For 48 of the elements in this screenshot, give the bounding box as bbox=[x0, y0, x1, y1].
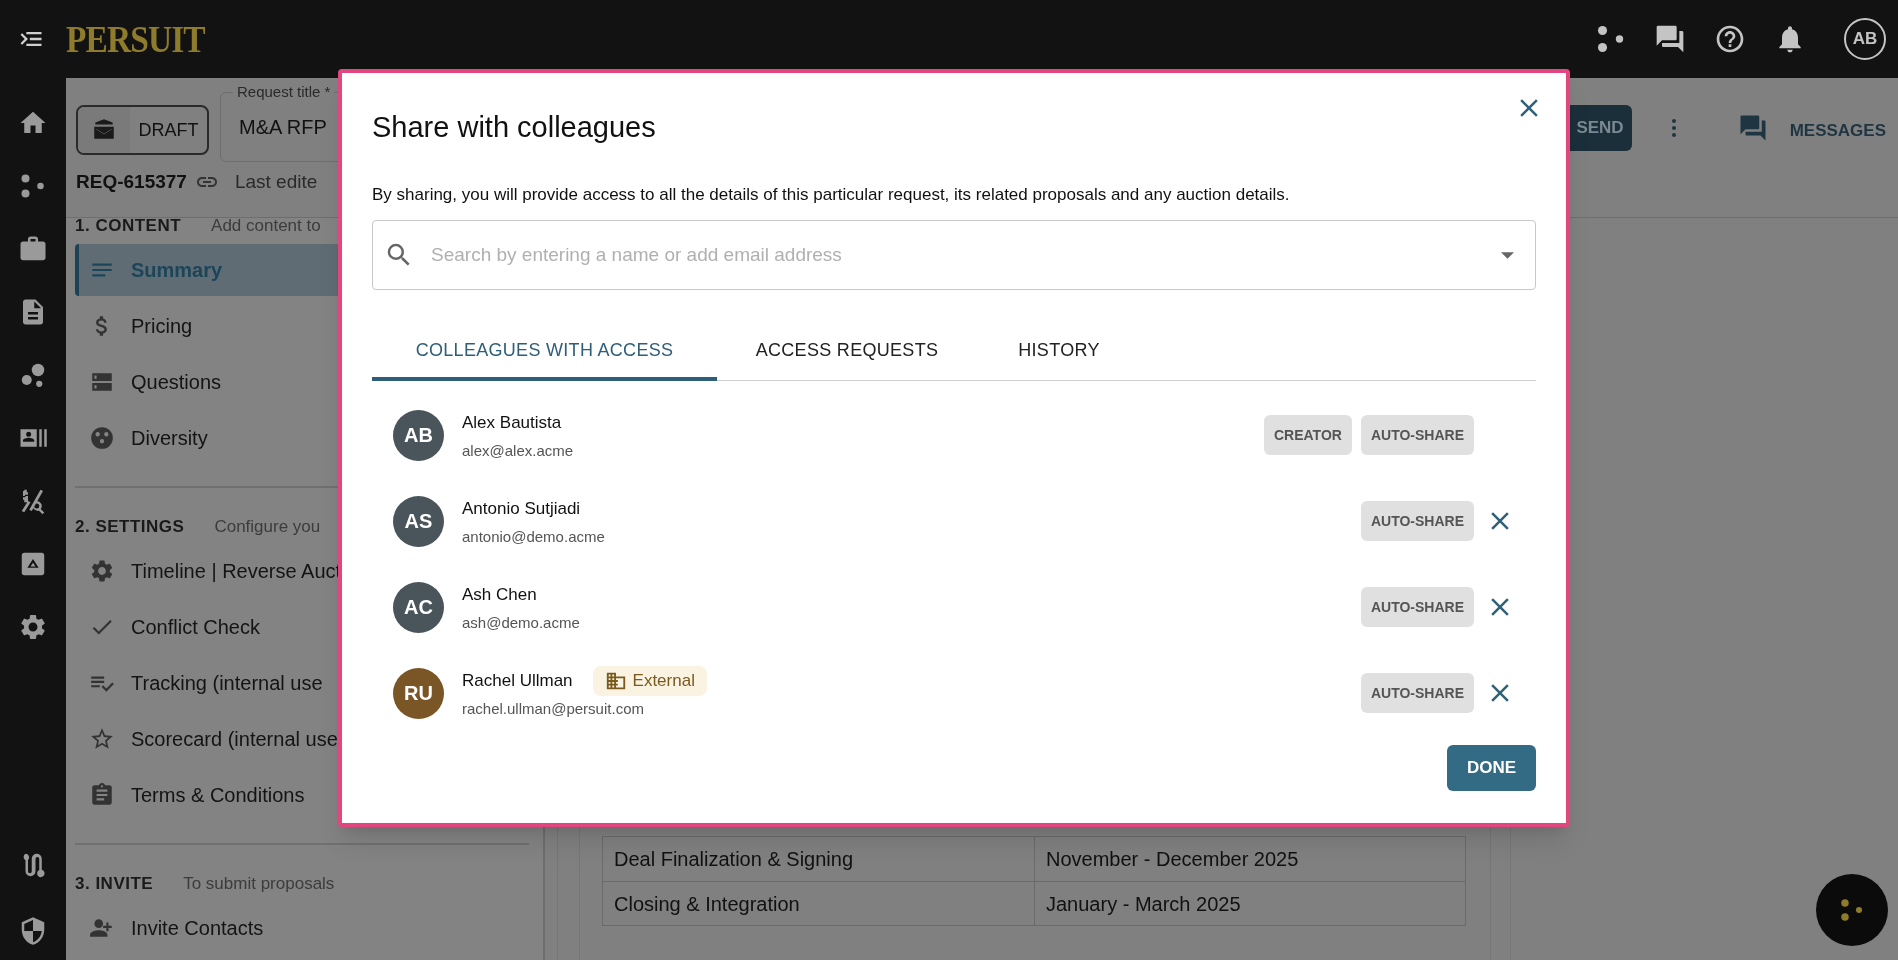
role-chip: CREATOR bbox=[1264, 415, 1352, 455]
table-cell-text: November - December 2025 bbox=[1045, 847, 1300, 872]
table-cell: Closing & Integration bbox=[603, 882, 1035, 925]
request-id: REQ-615377 bbox=[76, 169, 187, 194]
section-heading: 2. SETTINGS bbox=[75, 516, 185, 539]
dialog-tab[interactable]: COLLEAGUES WITH ACCESS bbox=[372, 323, 717, 381]
dialog-tab[interactable]: HISTORY bbox=[977, 323, 1141, 381]
colleague-email: rachel.ullman@persuit.com bbox=[462, 698, 645, 719]
colleague-name: Rachel Ullman bbox=[462, 670, 573, 692]
role-chip: AUTO-SHARE bbox=[1360, 673, 1474, 713]
colleague-email: antonio@demo.acme bbox=[462, 526, 605, 547]
avatar: AC bbox=[393, 581, 444, 633]
search-field[interactable]: Search by entering a name or add email address bbox=[372, 220, 1536, 290]
messages-button[interactable]: MESSAGES bbox=[1789, 118, 1886, 144]
avatar: RU bbox=[393, 667, 444, 719]
dialog-tab[interactable]: ACCESS REQUESTS bbox=[717, 323, 977, 381]
section-hint: Configure you bbox=[214, 516, 321, 539]
avatar: AB bbox=[393, 409, 444, 461]
nav-item[interactable]: Terms & Conditions bbox=[75, 769, 529, 821]
section-heading: 1. CONTENT bbox=[75, 215, 182, 238]
done-button[interactable]: DONE bbox=[1447, 745, 1536, 791]
external-badge: External bbox=[592, 665, 707, 696]
role-chip: AUTO-SHARE bbox=[1360, 501, 1474, 541]
status-button[interactable]: DRAFT bbox=[76, 105, 209, 155]
colleague-email: alex@alex.acme bbox=[462, 440, 574, 461]
role-chip: AUTO-SHARE bbox=[1360, 415, 1474, 455]
clipboard-icon bbox=[89, 782, 115, 808]
colleague-name: Alex Bautista bbox=[462, 412, 562, 434]
section-hint: Add content to bbox=[211, 215, 321, 238]
nav-item[interactable]: Invite Contacts bbox=[75, 902, 529, 954]
section-heading: 3. INVITE bbox=[75, 873, 154, 896]
user-avatar[interactable]: AB bbox=[1844, 18, 1886, 60]
send-button[interactable]: SEND bbox=[1569, 105, 1632, 151]
dialog-description: By sharing, you will provide access to all the details of this particular request, its related proposals and any auction details. bbox=[372, 184, 1291, 206]
section-hint: To submit proposals bbox=[183, 873, 335, 896]
table-cell: Deal Finalization & Signing bbox=[603, 837, 1035, 881]
colleague-name: Ash Chen bbox=[462, 584, 537, 606]
star-icon bbox=[89, 726, 115, 752]
dropdown-caret-icon bbox=[1501, 252, 1514, 259]
gear-icon bbox=[89, 558, 115, 584]
last-edited-text: Last edite bbox=[234, 169, 318, 194]
table-cell-text: January - March 2025 bbox=[1045, 891, 1242, 917]
avatar: AS bbox=[393, 495, 444, 547]
palette-icon bbox=[89, 425, 115, 451]
role-chip: AUTO-SHARE bbox=[1360, 587, 1474, 627]
colleague-email: ash@demo.acme bbox=[462, 612, 580, 633]
logo: PERSUIT bbox=[66, 20, 205, 58]
colleague-name: Antonio Sutjiadi bbox=[462, 498, 581, 520]
